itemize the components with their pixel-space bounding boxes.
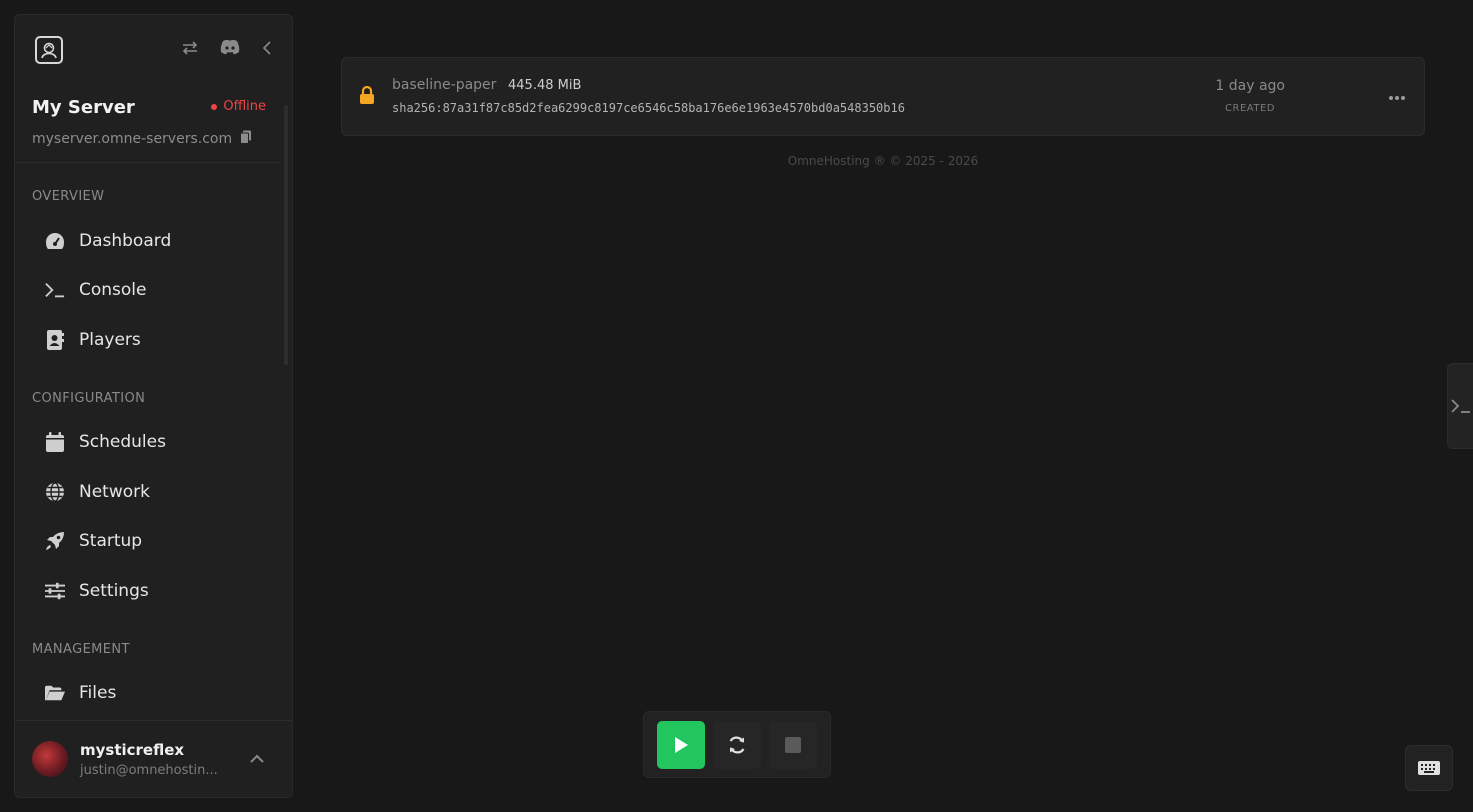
backup-size: 445.48 MiB	[508, 78, 582, 93]
backup-row[interactable]: baseline-paper 445.48 MiB sha256:87a31f8…	[341, 57, 1425, 136]
chevron-up-icon[interactable]	[250, 749, 264, 768]
avatar	[32, 741, 68, 777]
sidebar-item-settings[interactable]: Settings	[15, 566, 292, 616]
backup-created-label: CREATED	[1225, 103, 1275, 114]
console-drawer-toggle[interactable]	[1447, 363, 1473, 449]
sidebar-item-dashboard[interactable]: Dashboard	[15, 216, 292, 266]
gauge-icon	[45, 231, 65, 251]
backup-name: baseline-paper	[392, 77, 497, 93]
user-name: mysticreflex	[80, 740, 185, 759]
sliders-icon	[45, 581, 65, 601]
logo-icon[interactable]	[35, 36, 63, 64]
sidebar-item-label: Console	[79, 280, 147, 301]
sidebar-header	[15, 15, 292, 85]
sidebar-item-network[interactable]: Network	[15, 467, 292, 517]
sidebar: My Server Offline myserver.omne-servers.…	[14, 14, 293, 798]
backup-checksum: sha256:87a31f87c85d2fea6299c8197ce6546c5…	[392, 101, 905, 115]
server-info: My Server Offline myserver.omne-servers.…	[15, 85, 280, 163]
more-options-icon[interactable]	[1388, 86, 1406, 105]
server-address-text: myserver.omne-servers.com	[32, 131, 233, 147]
terminal-icon	[1450, 399, 1470, 413]
status-text: Offline	[223, 99, 266, 114]
terminal-icon	[45, 280, 65, 300]
refresh-icon	[729, 736, 745, 753]
sidebar-item-label: Schedules	[79, 432, 166, 453]
folder-open-icon	[45, 683, 65, 703]
sidebar-item-console[interactable]: Console	[15, 266, 292, 316]
section-configuration: CONFIGURATION	[32, 390, 146, 406]
sidebar-item-label: Network	[79, 481, 150, 502]
contact-book-icon	[45, 329, 65, 350]
sidebar-item-files[interactable]: Files	[15, 669, 292, 719]
stop-icon	[785, 736, 801, 753]
copy-icon[interactable]	[240, 130, 252, 148]
globe-icon	[45, 482, 65, 502]
section-management: MANAGEMENT	[32, 641, 130, 657]
keyboard-shortcuts-button[interactable]	[1405, 745, 1453, 791]
start-button[interactable]	[657, 720, 705, 769]
collapse-sidebar-icon[interactable]	[262, 40, 272, 60]
user-email: justin@omnehostin...	[80, 762, 218, 778]
status-dot-icon	[211, 103, 218, 110]
keyboard-icon	[1418, 761, 1440, 775]
sidebar-item-startup[interactable]: Startup	[15, 517, 292, 567]
stop-button[interactable]	[769, 720, 817, 769]
status-badge: Offline	[211, 99, 266, 114]
footer-copyright: OmneHosting ® © 2025 - 2026	[787, 154, 979, 168]
sidebar-item-label: Files	[79, 683, 117, 704]
sidebar-item-label: Startup	[79, 531, 143, 552]
switch-server-icon[interactable]	[182, 40, 198, 60]
user-menu[interactable]: mysticreflex justin@omnehostin...	[15, 720, 292, 797]
server-address: myserver.omne-servers.com	[32, 130, 263, 148]
discord-icon[interactable]	[220, 39, 240, 60]
sidebar-item-label: Players	[79, 329, 141, 350]
section-overview: OVERVIEW	[32, 189, 105, 204]
sidebar-item-players[interactable]: Players	[15, 315, 292, 365]
sidebar-scrollbar[interactable]	[284, 105, 288, 365]
sidebar-item-schedules[interactable]: Schedules	[15, 418, 292, 468]
sidebar-item-label: Dashboard	[79, 230, 172, 251]
calendar-icon	[45, 432, 65, 453]
power-controls	[643, 711, 831, 778]
backup-created-date: 1 day ago	[1215, 78, 1285, 94]
restart-button[interactable]	[713, 720, 761, 769]
rocket-icon	[45, 531, 65, 551]
lock-icon	[359, 85, 375, 108]
sidebar-item-label: Settings	[79, 580, 149, 601]
play-icon	[675, 736, 688, 753]
